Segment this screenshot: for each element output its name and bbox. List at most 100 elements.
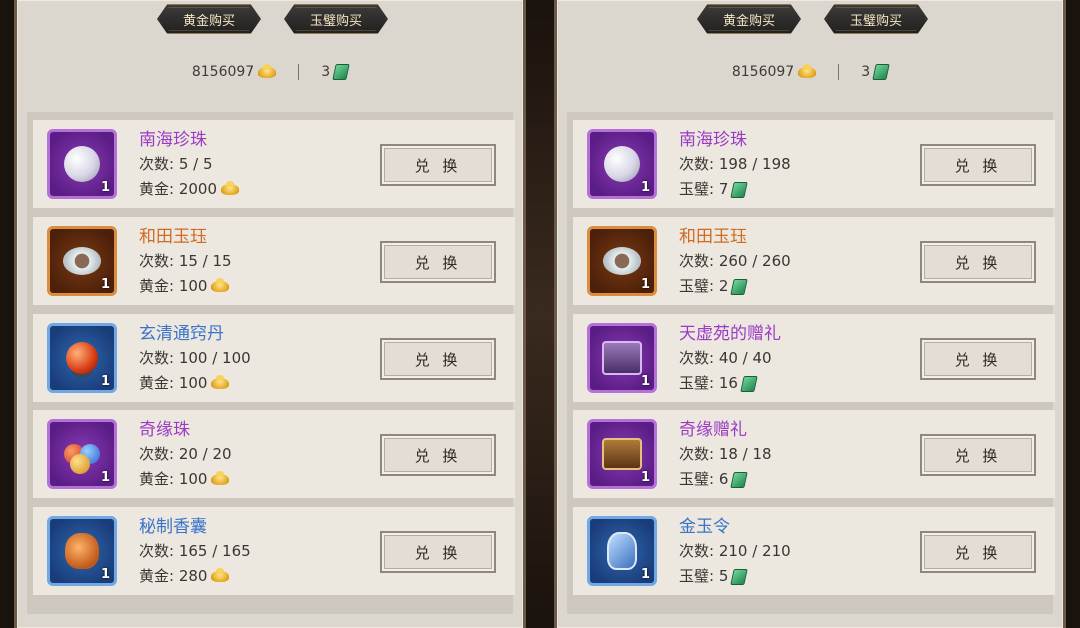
item-icon-frame[interactable]: 1: [47, 419, 117, 489]
item-quantity: 1: [100, 374, 110, 389]
exchange-button[interactable]: 兑 换: [380, 241, 496, 283]
gold-balance: 8156097: [731, 64, 795, 80]
list-item: 1 玄清通窍丹 次数: 100 / 100 黄金: 100 兑 换: [33, 314, 515, 402]
pearl-icon: [64, 146, 100, 182]
list-item: 1 南海珍珠 次数: 198 / 198 玉璧: 7 兑 换: [573, 120, 1055, 208]
item-name: 奇缘珠: [139, 420, 190, 440]
pearl-icon: [604, 146, 640, 182]
exchange-count: 次数: 5 / 5: [139, 155, 213, 173]
item-icon-frame[interactable]: 1: [587, 323, 657, 393]
item-price: 黄金: 100: [139, 470, 208, 488]
exchange-count: 次数: 20 / 20: [139, 445, 232, 463]
exchange-button[interactable]: 兑 换: [920, 241, 1036, 283]
list-item: 1 和田玉珏 次数: 15 / 15 黄金: 100 兑 换: [33, 217, 515, 305]
item-quantity: 1: [640, 470, 650, 485]
item-quantity: 1: [100, 567, 110, 582]
tab-gold-purchase[interactable]: 黄金购买: [697, 4, 801, 34]
exchange-button[interactable]: 兑 换: [920, 338, 1036, 380]
tab-gold-purchase[interactable]: 黄金购买: [157, 4, 261, 34]
exchange-count: 次数: 260 / 260: [679, 252, 791, 270]
gold-ingot-icon: [798, 63, 817, 78]
shop-tabs: 黄金购买 玉璧购买: [17, 4, 523, 36]
item-icon-frame[interactable]: 1: [587, 226, 657, 296]
item-price: 玉璧: 7: [679, 180, 729, 198]
jade-icon: [332, 64, 350, 80]
jade-icon: [730, 181, 749, 198]
jade-icon: [730, 278, 749, 295]
item-price: 玉璧: 2: [679, 277, 729, 295]
list-item: 1 和田玉珏 次数: 260 / 260 玉璧: 2 兑 换: [573, 217, 1055, 305]
item-name: 南海珍珠: [679, 130, 747, 150]
item-icon-frame[interactable]: 1: [587, 419, 657, 489]
elixir-pill-icon: [66, 342, 98, 374]
item-quantity: 1: [640, 277, 650, 292]
item-price: 黄金: 2000: [139, 180, 217, 198]
item-quantity: 1: [640, 180, 650, 195]
exchange-button[interactable]: 兑 换: [380, 338, 496, 380]
item-quantity: 1: [100, 470, 110, 485]
gold-balance: 8156097: [191, 64, 255, 80]
divider: [838, 64, 840, 80]
item-quantity: 1: [640, 567, 650, 582]
jade-ring-icon: [63, 247, 101, 275]
tab-jade-purchase[interactable]: 玉璧购买: [284, 4, 388, 34]
item-quantity: 1: [100, 180, 110, 195]
item-name: 秘制香囊: [139, 517, 207, 537]
item-price: 黄金: 100: [139, 277, 208, 295]
list-item: 1 天虚苑的赠礼 次数: 40 / 40 玉璧: 16 兑 换: [573, 314, 1055, 402]
item-quantity: 1: [640, 374, 650, 389]
gold-ingot-icon: [211, 375, 230, 389]
item-name: 金玉令: [679, 517, 730, 537]
item-icon-frame[interactable]: 1: [47, 516, 117, 586]
exchange-count: 次数: 165 / 165: [139, 542, 251, 560]
list-item: 1 秘制香囊 次数: 165 / 165 黄金: 280 兑 换: [33, 507, 515, 595]
gold-ingot-icon: [258, 63, 277, 78]
currency-bar: 8156097 3: [557, 60, 1063, 84]
treasure-chest-icon: [602, 438, 642, 470]
list-item: 1 奇缘珠 次数: 20 / 20 黄金: 100 兑 换: [33, 410, 515, 498]
shop-panel-gold: 黄金购买 玉璧购买 8156097 3 1 南海珍珠 次数: 5 / 5 黄金:…: [14, 0, 526, 628]
exchange-button[interactable]: 兑 换: [380, 531, 496, 573]
item-quantity: 1: [100, 277, 110, 292]
exchange-button[interactable]: 兑 换: [920, 144, 1036, 186]
item-price: 黄金: 280: [139, 567, 208, 585]
list-item: 1 金玉令 次数: 210 / 210 玉璧: 5 兑 换: [573, 507, 1055, 595]
tab-jade-purchase[interactable]: 玉璧购买: [824, 4, 928, 34]
gold-ingot-icon: [211, 471, 230, 485]
gold-ingot-icon: [211, 278, 230, 292]
jade-icon: [740, 375, 758, 392]
jade-balance: 3: [861, 64, 871, 80]
exchange-button[interactable]: 兑 换: [380, 434, 496, 476]
exchange-count: 次数: 15 / 15: [139, 252, 232, 270]
exchange-button[interactable]: 兑 换: [920, 434, 1036, 476]
jade-icon: [730, 568, 749, 585]
item-icon-frame[interactable]: 1: [587, 516, 657, 586]
item-name: 天虚苑的赠礼: [679, 324, 781, 344]
jade-icon: [730, 471, 749, 488]
item-icon-frame[interactable]: 1: [47, 226, 117, 296]
exchange-count: 次数: 210 / 210: [679, 542, 791, 560]
jade-icon: [872, 64, 890, 80]
divider: [298, 64, 300, 80]
list-item: 1 南海珍珠 次数: 5 / 5 黄金: 2000 兑 换: [33, 120, 515, 208]
shop-tabs: 黄金购买 玉璧购买: [557, 4, 1063, 36]
shop-panel-jade: 黄金购买 玉璧购买 8156097 3 1 南海珍珠 次数: 198 / 198…: [554, 0, 1066, 628]
item-icon-frame[interactable]: 1: [47, 323, 117, 393]
item-icon-frame[interactable]: 1: [47, 129, 117, 199]
exchange-count: 次数: 198 / 198: [679, 155, 791, 173]
gift-chest-icon: [602, 341, 642, 375]
exchange-button[interactable]: 兑 换: [920, 531, 1036, 573]
jade-token-icon: [607, 532, 637, 570]
item-name: 和田玉珏: [679, 227, 747, 247]
item-price: 黄金: 100: [139, 374, 208, 392]
exchange-count: 次数: 40 / 40: [679, 349, 772, 367]
sachet-icon: [65, 533, 99, 569]
item-price: 玉璧: 6: [679, 470, 729, 488]
item-icon-frame[interactable]: 1: [587, 129, 657, 199]
exchange-count: 次数: 18 / 18: [679, 445, 772, 463]
list-item: 1 奇缘赠礼 次数: 18 / 18 玉璧: 6 兑 换: [573, 410, 1055, 498]
exchange-button[interactable]: 兑 换: [380, 144, 496, 186]
item-name: 玄清通窍丹: [139, 324, 224, 344]
item-name: 南海珍珠: [139, 130, 207, 150]
jade-balance: 3: [321, 64, 331, 80]
